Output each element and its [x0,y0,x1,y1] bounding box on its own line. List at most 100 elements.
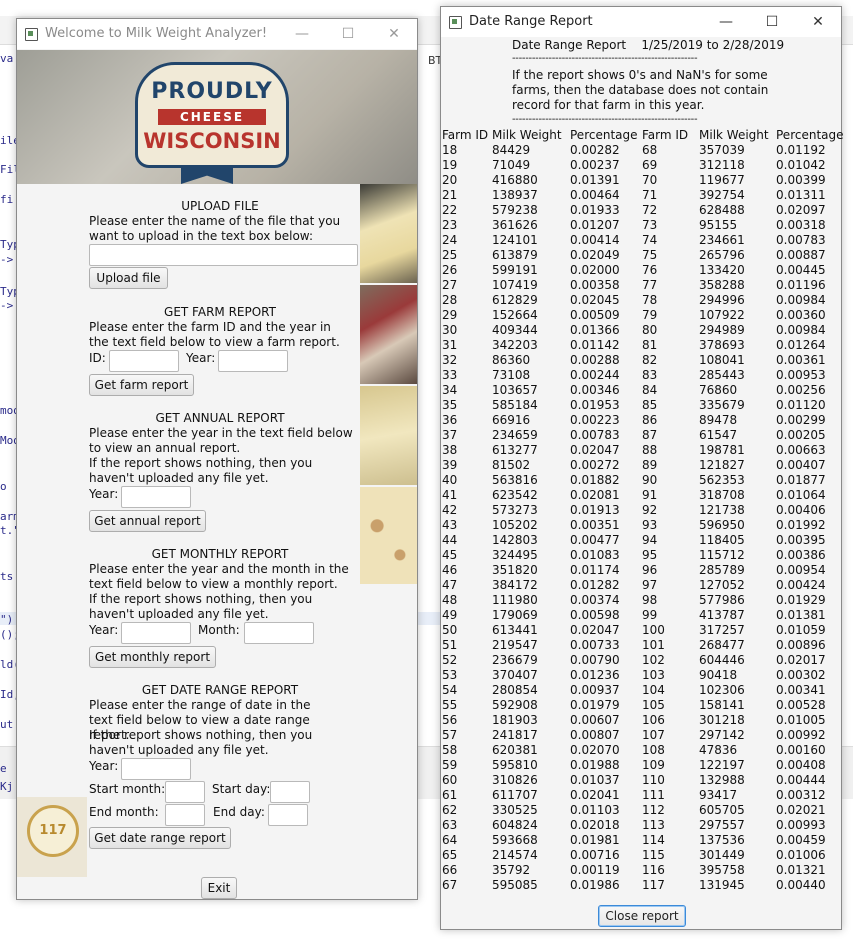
annual-year-input[interactable] [121,486,191,508]
farm-id-input[interactable] [109,350,179,372]
report-window-titlebar: Date Range Report — ☐ ✕ [441,7,841,37]
farm-id-cell: 107 [642,728,665,742]
percentage-cell: 0.00399 [776,173,826,187]
get-farm-report-button[interactable]: Get farm report [89,374,194,396]
farm-id-cell: 25 [442,248,458,262]
percentage-cell: 0.00528 [776,698,826,712]
farm-id-cell: 46 [442,563,458,577]
farm-id-cell: 43 [442,518,458,532]
percentage-cell: 0.00414 [570,233,620,247]
milk-weight-cell: 595810 [492,758,538,772]
percentage-cell: 0.01196 [776,278,826,292]
percentage-cell: 0.02049 [570,248,620,262]
milk-weight-cell: 103657 [492,383,538,397]
column-header: Farm ID [442,128,489,142]
percentage-cell: 0.01882 [570,473,620,487]
milk-weight-cell: 61547 [699,428,738,442]
percentage-cell: 0.00445 [776,263,826,277]
farm-id-cell: 71 [642,188,658,202]
farm-id-cell: 116 [642,863,665,877]
percentage-cell: 0.01103 [570,803,620,817]
exit-button[interactable]: Exit [201,877,237,899]
milk-weight-cell: 604824 [492,818,538,832]
milk-weight-cell: 612829 [492,293,538,307]
milk-weight-cell: 413787 [699,608,745,622]
milk-weight-cell: 119677 [699,173,745,187]
farm-id-cell: 81 [642,338,658,352]
get-date-range-report-button[interactable]: Get date range report [89,827,231,849]
start-day-input[interactable] [270,781,310,803]
farm-id-cell: 84 [642,383,658,397]
farm-id-cell: 111 [642,788,665,802]
monthly-month-input[interactable] [244,622,314,644]
percentage-cell: 0.00318 [776,218,826,232]
percentage-cell: 0.01929 [776,593,826,607]
percentage-cell: 0.01913 [570,503,620,517]
farm-id-cell: 18 [442,143,458,157]
farm-id-cell: 23 [442,218,458,232]
maximize-button[interactable]: ☐ [749,7,795,37]
cheese-image-1 [360,184,417,283]
milk-weight-cell: 358288 [699,278,745,292]
milk-weight-cell: 268477 [699,638,745,652]
code-line: e [0,762,7,775]
annual-report-text: Please enter the year in the text field … [89,426,353,455]
milk-weight-cell: 297557 [699,818,745,832]
percentage-cell: 0.01321 [776,863,826,877]
farm-id-cell: 35 [442,398,458,412]
farm-id-cell: 24 [442,233,458,247]
milk-weight-cell: 90418 [699,668,738,682]
proudly-wisconsin-cheese-logo: PROUDLY CHEESE WISCONSIN [135,62,289,168]
minimize-button[interactable]: — [279,19,325,49]
milk-weight-cell: 351820 [492,563,538,577]
farm-id-cell: 97 [642,578,658,592]
farm-id-cell: 57 [442,728,458,742]
percentage-cell: 0.01981 [570,833,620,847]
milk-weight-cell: 122197 [699,758,745,772]
percentage-cell: 0.01083 [570,548,620,562]
farm-id-cell: 60 [442,773,458,787]
farm-id-cell: 88 [642,443,658,457]
end-day-input[interactable] [268,804,308,826]
farm-report-title: GET FARM REPORT [164,305,276,319]
close-button[interactable]: ✕ [371,19,417,49]
farm-id-cell: 29 [442,308,458,322]
code-line: o [0,480,7,493]
date-range-title: GET DATE RANGE REPORT [141,683,299,697]
milk-weight-cell: 131945 [699,878,745,892]
milk-weight-cell: 395758 [699,863,745,877]
percentage-cell: 0.00733 [570,638,620,652]
farm-id-cell: 87 [642,428,658,442]
logo-line-3: WISCONSIN [143,129,281,153]
close-button[interactable]: ✕ [795,7,841,37]
logo-line-2: CHEESE [158,109,266,125]
percentage-cell: 0.00346 [570,383,620,397]
milk-weight-cell: 585184 [492,398,538,412]
upload-file-button[interactable]: Upload file [89,267,168,289]
percentage-cell: 0.01005 [776,713,826,727]
start-month-input[interactable] [165,781,205,803]
farm-year-input[interactable] [218,350,288,372]
percentage-cell: 0.00312 [776,788,826,802]
monthly-report-title: GET MONTHLY REPORT [151,547,289,561]
annual-report-title: GET ANNUAL REPORT [155,411,285,425]
farm-id-cell: 99 [642,608,658,622]
percentage-cell: 0.02018 [570,818,620,832]
percentage-cell: 0.00464 [570,188,620,202]
get-monthly-report-button[interactable]: Get monthly report [89,646,216,668]
milk-weight-cell: 152664 [492,308,538,322]
minimize-button[interactable]: — [703,7,749,37]
end-month-input[interactable] [165,804,205,826]
milk-weight-cell: 357039 [699,143,745,157]
maximize-button[interactable]: ☐ [325,19,371,49]
milk-weight-cell: 47836 [699,743,738,757]
monthly-year-input[interactable] [121,622,191,644]
close-report-button[interactable]: Close report [598,905,686,927]
farm-id-cell: 50 [442,623,458,637]
upload-file-input[interactable] [89,244,358,266]
range-year-input[interactable] [121,758,191,780]
farm-id-cell: 92 [642,503,658,517]
get-annual-report-button[interactable]: Get annual report [89,510,206,532]
milk-weight-cell: 179069 [492,608,538,622]
percentage-cell: 0.00459 [776,833,826,847]
